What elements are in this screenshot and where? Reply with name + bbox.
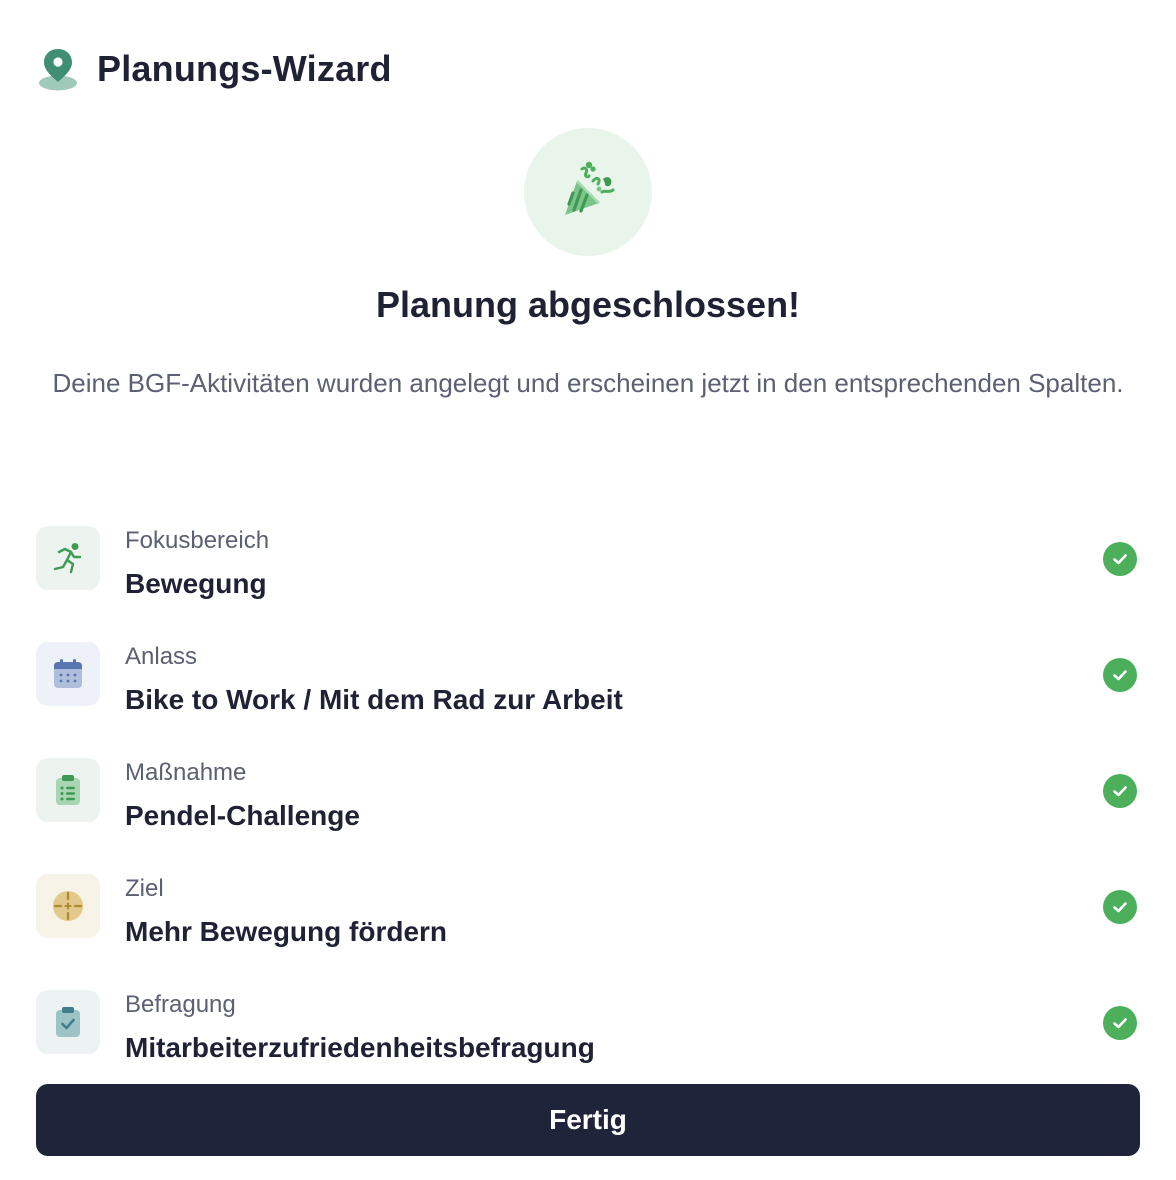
item-text: Befragung Mitarbeiterzufriedenheitsbefra…	[125, 990, 595, 1065]
wizard-header: Planungs-Wizard	[36, 44, 392, 94]
summary-item-goal: Ziel Mehr Bewegung fördern	[36, 874, 1140, 990]
item-icon-container	[36, 990, 100, 1054]
target-icon	[53, 891, 83, 921]
calendar-icon	[54, 659, 82, 688]
success-title: Planung abgeschlossen!	[375, 284, 801, 325]
clipboard-list-icon	[56, 775, 80, 805]
celebration-badge	[524, 128, 652, 256]
item-text: Anlass Bike to Work / Mit dem Rad zur Ar…	[125, 642, 623, 717]
check-circle-icon	[1103, 542, 1137, 576]
running-person-icon	[53, 543, 82, 574]
success-description: Deine BGF-Aktivitäten wurden angelegt un…	[52, 368, 1124, 398]
summary-item-occasion: Anlass Bike to Work / Mit dem Rad zur Ar…	[36, 642, 1140, 758]
item-value: Bewegung	[125, 568, 267, 599]
item-label: Anlass	[125, 643, 198, 670]
item-value: Bike to Work / Mit dem Rad zur Arbeit	[125, 684, 623, 715]
summary-list: Fokusbereich Bewegung Anlass Bike to Wor…	[36, 526, 1140, 1106]
item-icon-container	[36, 874, 100, 938]
map-pin-icon	[39, 49, 77, 91]
summary-item-measure: Maßnahme Pendel-Challenge	[36, 758, 1140, 874]
item-value: Pendel-Challenge	[125, 800, 360, 831]
clipboard-check-icon	[56, 1007, 80, 1037]
item-text: Fokusbereich Bewegung	[125, 526, 269, 601]
check-circle-icon	[1103, 890, 1137, 924]
wizard-title: Planungs-Wizard	[97, 48, 392, 89]
done-button[interactable]: Fertig	[36, 1084, 1140, 1156]
summary-item-focus-area: Fokusbereich Bewegung	[36, 526, 1140, 642]
item-value: Mitarbeiterzufriedenheitsbefragung	[125, 1032, 595, 1063]
item-label: Befragung	[125, 991, 236, 1018]
item-icon-container	[36, 642, 100, 706]
check-circle-icon	[1103, 1006, 1137, 1040]
item-icon-container	[36, 526, 100, 590]
item-text: Maßnahme Pendel-Challenge	[125, 758, 360, 833]
item-label: Maßnahme	[125, 759, 247, 786]
check-circle-icon	[1103, 658, 1137, 692]
party-popper-icon	[565, 161, 615, 215]
planning-wizard-page: Planungs-Wizard Planung abgeschlossen! D…	[0, 0, 1176, 1180]
item-label: Ziel	[125, 875, 164, 902]
item-label: Fokusbereich	[125, 527, 270, 554]
item-icon-container	[36, 758, 100, 822]
item-value: Mehr Bewegung fördern	[125, 916, 448, 947]
item-text: Ziel Mehr Bewegung fördern	[125, 874, 447, 949]
check-circle-icon	[1103, 774, 1137, 808]
